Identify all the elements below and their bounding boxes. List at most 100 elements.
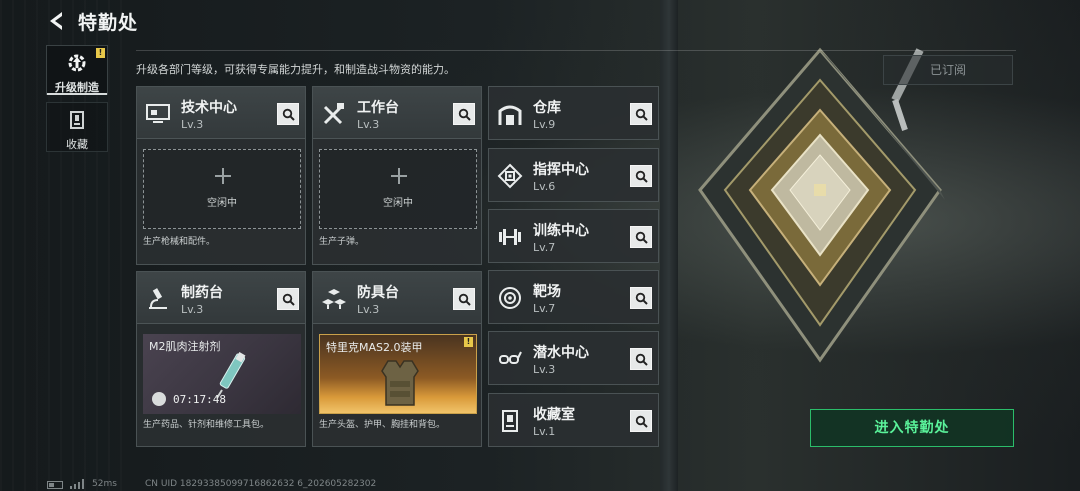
facility-level: Lv.3 (533, 363, 556, 376)
facility-level: Lv.7 (533, 241, 556, 254)
monitor-icon (146, 104, 170, 123)
add-icon (215, 168, 231, 184)
page-header: 特勤处 (0, 0, 1080, 44)
body-armor-item-icon (381, 360, 419, 406)
production-slot-empty[interactable]: 空闲中 (143, 149, 301, 229)
magnifier-icon (635, 292, 648, 305)
sidebar-tab-label: 收藏 (66, 138, 88, 151)
subscribed-button[interactable]: 已订阅 (883, 55, 1013, 85)
slot-status: 空闲中 (207, 198, 237, 209)
magnifier-icon (458, 108, 471, 121)
background-pillar (660, 0, 678, 491)
microscope-icon (149, 288, 167, 309)
item-title: 特里克MAS2.0装甲 (326, 341, 423, 354)
collection-trophy-icon (70, 111, 84, 129)
facility-level: Lv.3 (181, 303, 204, 316)
production-slot-empty[interactable]: 空闲中 (319, 149, 477, 229)
sidebar-tab-collection[interactable]: 收藏 (46, 102, 108, 152)
search-button[interactable] (630, 348, 652, 370)
magnifier-icon (635, 353, 648, 366)
enter-special-ops-button[interactable]: 进入特勤处 (810, 409, 1014, 447)
target-icon (499, 287, 521, 309)
magnifier-icon (635, 231, 648, 244)
warehouse-icon (498, 105, 522, 125)
facility-description: 生产子弹。 (319, 237, 365, 247)
search-button[interactable] (630, 410, 652, 432)
magnifier-icon (282, 108, 295, 121)
search-button[interactable] (277, 288, 299, 310)
special-ops-cube-artwork (698, 47, 945, 363)
battery-icon (47, 481, 63, 489)
back-arrow-icon[interactable] (46, 10, 68, 32)
production-timer: 07:17:48 (173, 393, 226, 406)
card-header: 制药台 Lv.3 (137, 272, 305, 324)
facility-level: Lv.3 (357, 118, 380, 131)
facility-name: 防具台 (357, 285, 399, 301)
facility-card-tech-center[interactable]: 技术中心 Lv.3 空闲中 生产枪械和配件。 (136, 86, 306, 265)
facility-card-command-center[interactable]: 指挥中心 Lv.6 (488, 148, 659, 202)
magnifier-icon (635, 170, 648, 183)
facility-name: 仓库 (533, 100, 561, 116)
dumbbell-icon (499, 229, 521, 245)
facility-card-workbench[interactable]: 工作台 Lv.3 空闲中 生产子弹。 (312, 86, 482, 265)
ping-readout: 52ms (92, 479, 117, 489)
facility-name: 靶场 (533, 284, 561, 300)
sidebar-tab-label: 升级制造 (55, 81, 99, 94)
search-button[interactable] (453, 103, 475, 125)
armor-blocks-icon (322, 289, 346, 309)
facility-name: 技术中心 (181, 100, 237, 116)
facility-description: 生产枪械和配件。 (143, 237, 216, 247)
timer-icon (152, 392, 166, 406)
header-divider (136, 50, 1016, 51)
magnifier-icon (635, 415, 648, 428)
facility-name: 工作台 (357, 100, 399, 116)
facility-name: 指挥中心 (533, 162, 589, 178)
search-button[interactable] (453, 288, 475, 310)
facility-level: Lv.3 (181, 118, 204, 131)
facility-card-armor-bench[interactable]: 防具台 Lv.3 ! 特里克MAS2.0装甲 生产头盔、护甲、胸挂和背包。 (312, 271, 482, 447)
diving-mask-icon (499, 351, 522, 364)
slot-status: 空闲中 (383, 198, 413, 209)
add-icon (391, 168, 407, 184)
command-chip-icon (497, 163, 523, 189)
facility-level: Lv.7 (533, 302, 556, 315)
search-button[interactable] (630, 226, 652, 248)
signal-icon (70, 479, 84, 489)
warning-badge: ! (96, 48, 105, 58)
user-uid: CN UID 18293385099716862632 6_2026052823… (145, 479, 377, 489)
magnifier-icon (635, 108, 648, 121)
status-footer: 52ms CN UID 18293385099716862632 6_20260… (0, 476, 1080, 491)
facility-description: 生产头盔、护甲、胸挂和背包。 (319, 420, 446, 430)
facility-card-training-center[interactable]: 训练中心 Lv.7 (488, 209, 659, 263)
search-button[interactable] (277, 103, 299, 125)
facility-name: 制药台 (181, 285, 223, 301)
facility-level: Lv.6 (533, 180, 556, 193)
facility-name: 训练中心 (533, 223, 589, 239)
facility-level: Lv.9 (533, 118, 556, 131)
tools-icon (323, 103, 344, 125)
facility-card-collection-room[interactable]: 收藏室 Lv.1 (488, 393, 659, 447)
facility-level: Lv.1 (533, 425, 556, 438)
trophy-icon (502, 410, 518, 432)
production-item-ready[interactable]: ! 特里克MAS2.0装甲 (319, 334, 477, 414)
facility-name: 收藏室 (533, 407, 575, 423)
upgrade-gear-icon (68, 54, 86, 72)
card-header: 防具台 Lv.3 (313, 272, 481, 324)
facility-description: 生产药品、针剂和维修工具包。 (143, 420, 270, 430)
facility-name: 潜水中心 (533, 345, 589, 361)
page-subtitle: 升级各部门等级，可获得专属能力提升，和制造战斗物资的能力。 (136, 63, 455, 76)
facility-card-pharmacy[interactable]: 制药台 Lv.3 M2肌肉注射剂 07:17:48 生产药品、针剂和维修工具包。 (136, 271, 306, 447)
production-item-in-progress[interactable]: M2肌肉注射剂 07:17:48 (143, 334, 301, 414)
warning-badge: ! (464, 337, 473, 347)
facility-level: Lv.3 (357, 303, 380, 316)
sidebar-tab-upgrade-manufacture[interactable]: ! 升级制造 (46, 45, 108, 95)
page-title: 特勤处 (78, 12, 139, 34)
search-button[interactable] (630, 165, 652, 187)
search-button[interactable] (630, 287, 652, 309)
facility-card-warehouse[interactable]: 仓库 Lv.9 (488, 86, 659, 140)
magnifier-icon (458, 293, 471, 306)
search-button[interactable] (630, 103, 652, 125)
facility-card-shooting-range[interactable]: 靶场 Lv.7 (488, 270, 659, 324)
facility-card-diving-center[interactable]: 潜水中心 Lv.3 (488, 331, 659, 385)
card-header: 技术中心 Lv.3 (137, 87, 305, 139)
